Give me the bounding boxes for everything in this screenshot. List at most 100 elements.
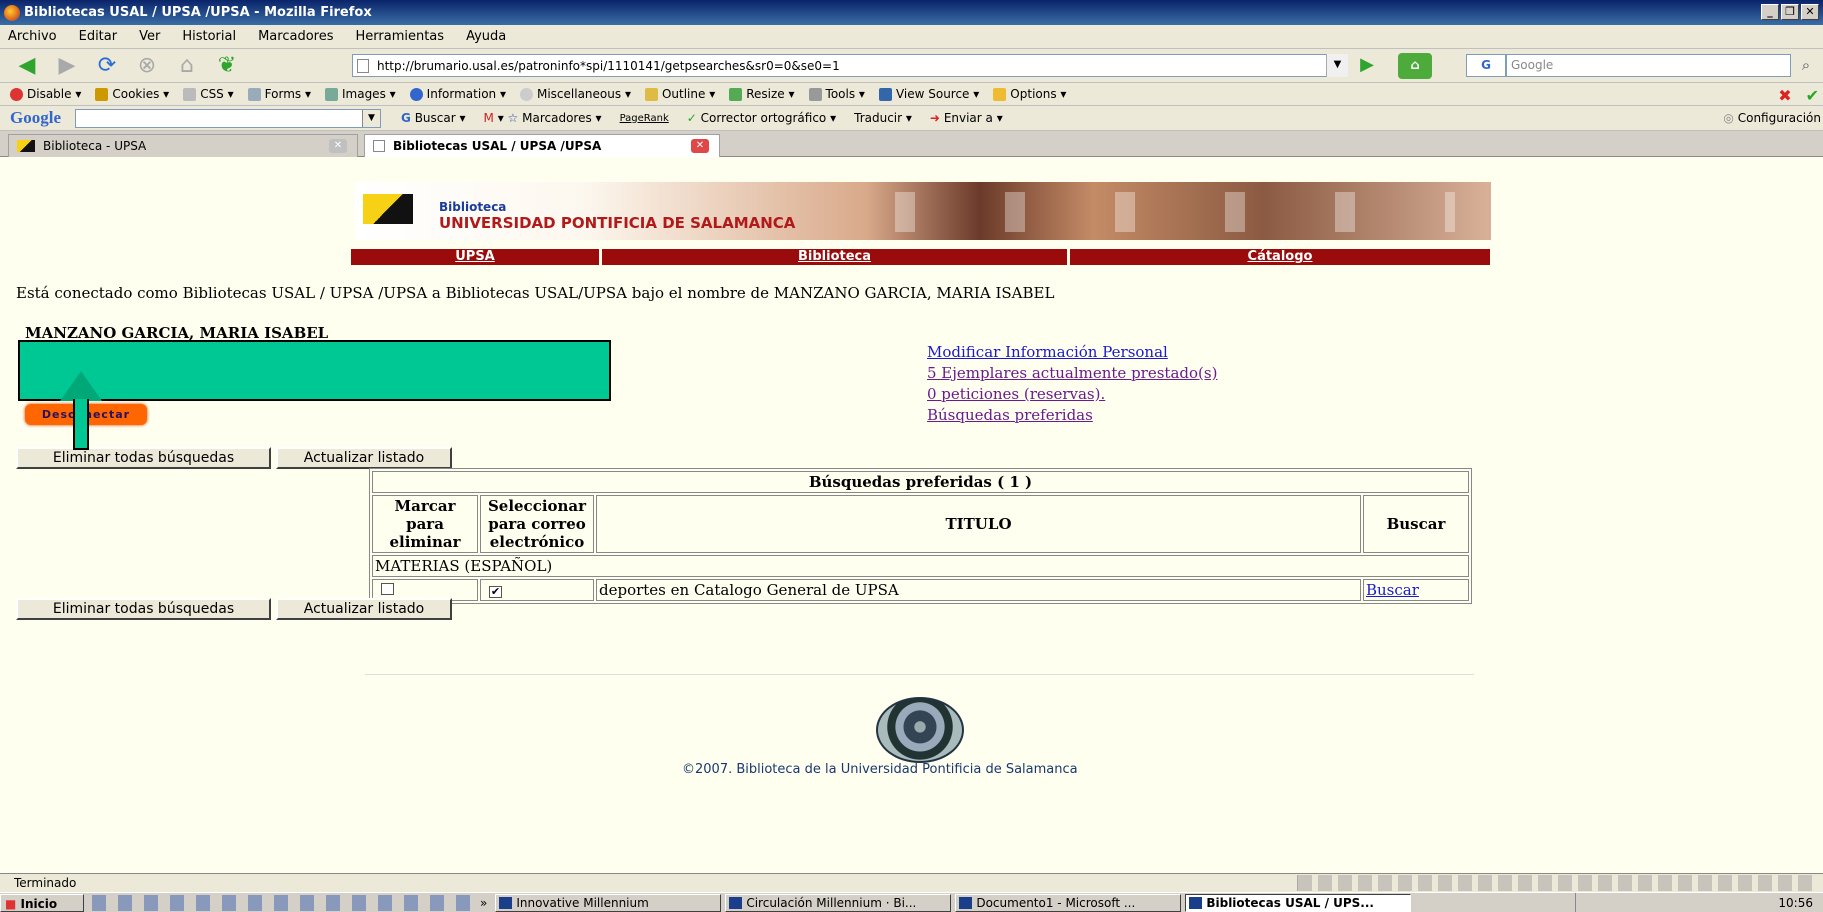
- taskbar-window-firefox[interactable]: Bibliotecas USAL / UPS...: [1185, 893, 1412, 912]
- devbar-cookies[interactable]: Cookies ▾: [95, 87, 169, 101]
- upsa-logo: [363, 194, 413, 224]
- google-toolbar: Google ▼ G Buscar ▾ M ▾ ☆ Marcadores ▾ P…: [0, 106, 1823, 131]
- nav-upsa-link[interactable]: UPSA: [351, 249, 602, 265]
- cookies-icon: [95, 88, 109, 101]
- menu-editar[interactable]: Editar: [79, 29, 118, 44]
- devbar-outline[interactable]: Outline ▾: [644, 87, 715, 101]
- devbar-css[interactable]: CSS ▾: [183, 87, 234, 101]
- taskbar-window-documento1[interactable]: Documento1 - Microsoft ...: [955, 893, 1182, 912]
- go-icon[interactable]: ▶: [1354, 54, 1380, 77]
- minimize-button[interactable]: _: [1761, 4, 1779, 20]
- google-enviar[interactable]: ➜ Enviar a ▾: [930, 111, 1003, 125]
- taskbar-window-millennium[interactable]: Innovative Millennium: [495, 893, 722, 912]
- devbar-miscellaneous[interactable]: Miscellaneous ▾: [519, 87, 631, 101]
- nav-catalogo-link[interactable]: Cátalogo: [1070, 249, 1490, 265]
- tab-biblioteca-upsa[interactable]: Biblioteca - UPSA ✕: [8, 134, 358, 157]
- information-icon: [409, 88, 423, 101]
- delete-all-searches-button[interactable]: Eliminar todas búsquedas: [16, 447, 271, 469]
- url-history-dropdown[interactable]: ▼: [1326, 54, 1348, 77]
- google-buscar[interactable]: G Buscar ▾: [401, 111, 466, 125]
- valid-icon[interactable]: ✔: [1806, 86, 1819, 105]
- taskbar-window-circulacion[interactable]: Circulación Millennium · Bi...: [725, 893, 952, 912]
- miscellaneous-icon: [519, 88, 533, 101]
- forms-icon: [247, 88, 261, 101]
- more-icon[interactable]: »: [480, 896, 487, 910]
- disable-icon: [10, 88, 23, 101]
- google-configuracion[interactable]: ◎ Configuración: [1723, 111, 1821, 125]
- home-icon[interactable]: ⌂: [170, 53, 204, 79]
- url-bar[interactable]: http://brumario.usal.es/patroninfo*spi/1…: [352, 54, 1348, 77]
- redaction-box: [18, 340, 611, 401]
- url-text: http://brumario.usal.es/patroninfo*spi/1…: [377, 58, 840, 73]
- stop-icon[interactable]: ⊗: [130, 53, 164, 79]
- forward-arrow-icon[interactable]: ▶: [50, 53, 84, 79]
- table-caption: Búsquedas preferidas ( 1 ): [372, 471, 1469, 493]
- banner-small-text: Biblioteca: [439, 200, 507, 214]
- status-text: Terminado: [14, 876, 77, 890]
- items-on-loan-link[interactable]: 5 Ejemplares actualmente prestado(s): [927, 364, 1217, 382]
- nav-biblioteca-link[interactable]: Biblioteca: [602, 249, 1070, 265]
- close-window-button[interactable]: ✕: [1801, 4, 1819, 20]
- google-pagerank: PageRank: [619, 112, 669, 124]
- google-marcadores[interactable]: M ▾ ☆ Marcadores ▾: [484, 111, 602, 125]
- footer-divider: [365, 674, 1474, 676]
- navigation-toolbar: ◀ ▶ ⟳ ⊗ ⌂ ❦ http://brumario.usal.es/patr…: [0, 49, 1823, 83]
- devbar-information[interactable]: Information ▾: [409, 87, 506, 101]
- refresh-list-button-bottom[interactable]: Actualizar listado: [276, 598, 452, 620]
- menu-herramientas[interactable]: Herramientas: [356, 29, 445, 44]
- devbar-resize[interactable]: Resize ▾: [729, 87, 795, 101]
- firefox-icon: [4, 4, 20, 21]
- menu-ver[interactable]: Ver: [139, 29, 160, 44]
- footer-text: ©2007. Biblioteca de la Universidad Pont…: [682, 762, 1078, 777]
- error-icon[interactable]: ✖: [1778, 86, 1791, 105]
- menu-marcadores[interactable]: Marcadores: [258, 29, 333, 44]
- google-corrector[interactable]: ✓ Corrector ortográfico ▾: [687, 111, 836, 125]
- search-input[interactable]: Google: [1506, 54, 1791, 77]
- window-title-bar: Bibliotecas USAL / UPSA /UPSA - Mozilla …: [0, 0, 1823, 25]
- refresh-list-button[interactable]: Actualizar listado: [276, 447, 452, 469]
- tab-bibliotecas-usal[interactable]: Bibliotecas USAL / UPSA /UPSA ✕: [364, 134, 720, 157]
- search-engine-selector[interactable]: G: [1466, 54, 1506, 77]
- mark-delete-checkbox[interactable]: [381, 583, 394, 595]
- devbar-options[interactable]: Options ▾: [993, 87, 1066, 101]
- close-tab-icon[interactable]: ✕: [329, 139, 347, 153]
- options-icon: [993, 88, 1007, 101]
- devbar-tools[interactable]: Tools ▾: [808, 87, 865, 101]
- devbar-images[interactable]: Images ▾: [324, 87, 396, 101]
- page-icon: [357, 58, 369, 73]
- outline-icon: [644, 88, 658, 101]
- google-search-input[interactable]: ▼: [75, 108, 381, 128]
- back-arrow-icon[interactable]: ◀: [10, 53, 44, 79]
- holds-link[interactable]: 0 peticiones (reservas).: [927, 385, 1217, 403]
- run-search-link[interactable]: Buscar: [1366, 581, 1419, 599]
- window-title: Bibliotecas USAL / UPSA /UPSA - Mozilla …: [24, 5, 372, 20]
- modify-personal-info-link[interactable]: Modificar Información Personal: [927, 343, 1217, 361]
- start-button[interactable]: ■ Inicio: [0, 893, 84, 912]
- page-content: Biblioteca UNIVERSIDAD PONTIFICIA DE SAL…: [0, 157, 1823, 873]
- google-traducir[interactable]: Traducir ▾: [854, 111, 912, 125]
- select-email-checkbox[interactable]: ✔: [489, 586, 502, 598]
- reload-icon[interactable]: ⟳: [90, 53, 124, 79]
- devbar-view-source[interactable]: View Source ▾: [878, 87, 979, 101]
- patron-links: Modificar Información Personal 5 Ejempla…: [927, 343, 1217, 424]
- maximize-button[interactable]: ❐: [1781, 4, 1799, 20]
- menu-archivo[interactable]: Archivo: [8, 29, 57, 44]
- chevron-down-icon[interactable]: ▼: [362, 109, 380, 127]
- page-icon: [373, 140, 385, 152]
- close-tab-icon[interactable]: ✕: [691, 139, 709, 153]
- search-icon[interactable]: ⌕: [1794, 54, 1818, 77]
- saved-searches-link[interactable]: Búsquedas preferidas: [927, 406, 1217, 424]
- devbar-disable[interactable]: Disable ▾: [10, 87, 81, 101]
- menu-historial[interactable]: Historial: [182, 29, 236, 44]
- leaf-icon[interactable]: ❦: [210, 53, 244, 79]
- university-seal: [876, 697, 964, 763]
- view-source-icon: [878, 88, 892, 101]
- extension-icon[interactable]: ⌂: [1398, 53, 1432, 79]
- menu-ayuda[interactable]: Ayuda: [466, 29, 506, 44]
- quick-launch-icons[interactable]: [92, 894, 472, 911]
- devbar-forms[interactable]: Forms ▾: [247, 87, 311, 101]
- library-banner: Biblioteca UNIVERSIDAD PONTIFICIA DE SAL…: [355, 182, 1491, 240]
- upsa-favicon-icon: [17, 140, 35, 152]
- status-bar-icons[interactable]: [1297, 875, 1817, 891]
- delete-all-searches-button-bottom[interactable]: Eliminar todas búsquedas: [16, 598, 271, 620]
